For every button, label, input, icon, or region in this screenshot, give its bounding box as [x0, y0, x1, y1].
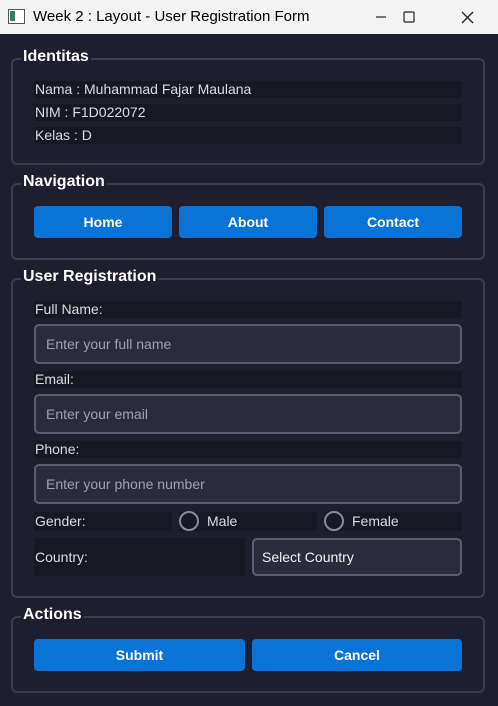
contact-button[interactable]: Contact	[324, 206, 462, 238]
actions-title: Actions	[21, 606, 84, 624]
about-button[interactable]: About	[179, 206, 317, 238]
male-label[interactable]: Male	[206, 513, 237, 530]
submit-button[interactable]: Submit	[34, 639, 245, 671]
male-option-bg	[179, 512, 317, 531]
female-radio[interactable]	[324, 511, 344, 531]
nama-label: Nama : Muhammad Fajar Maulana	[34, 81, 462, 98]
registration-title: User Registration	[21, 268, 159, 286]
full-name-input[interactable]: Enter your full name	[34, 324, 462, 364]
phone-label: Phone:	[34, 441, 462, 458]
home-button[interactable]: Home	[34, 206, 172, 238]
kelas-label: Kelas : D	[34, 127, 462, 144]
country-label: Country:	[34, 538, 245, 576]
female-label[interactable]: Female	[351, 513, 399, 530]
email-label: Email:	[34, 371, 462, 388]
app-icon	[8, 9, 25, 24]
identitas-title: Identitas	[21, 48, 91, 66]
male-radio[interactable]	[179, 511, 199, 531]
full-name-label: Full Name:	[34, 301, 462, 318]
close-button[interactable]	[444, 0, 490, 34]
window-titlebar: Week 2 : Layout - User Registration Form	[0, 0, 498, 34]
navigation-title: Navigation	[21, 173, 107, 191]
close-icon	[461, 11, 473, 23]
maximize-icon	[403, 11, 415, 23]
maximize-button[interactable]	[386, 0, 432, 34]
cancel-button[interactable]: Cancel	[252, 639, 462, 671]
nim-label: NIM : F1D022072	[34, 104, 462, 121]
phone-input[interactable]: Enter your phone number	[34, 464, 462, 504]
gender-label: Gender:	[34, 512, 172, 531]
email-input[interactable]: Enter your email	[34, 394, 462, 434]
window-title: Week 2 : Layout - User Registration Form	[33, 8, 310, 25]
country-select[interactable]: Select Country	[252, 538, 462, 576]
